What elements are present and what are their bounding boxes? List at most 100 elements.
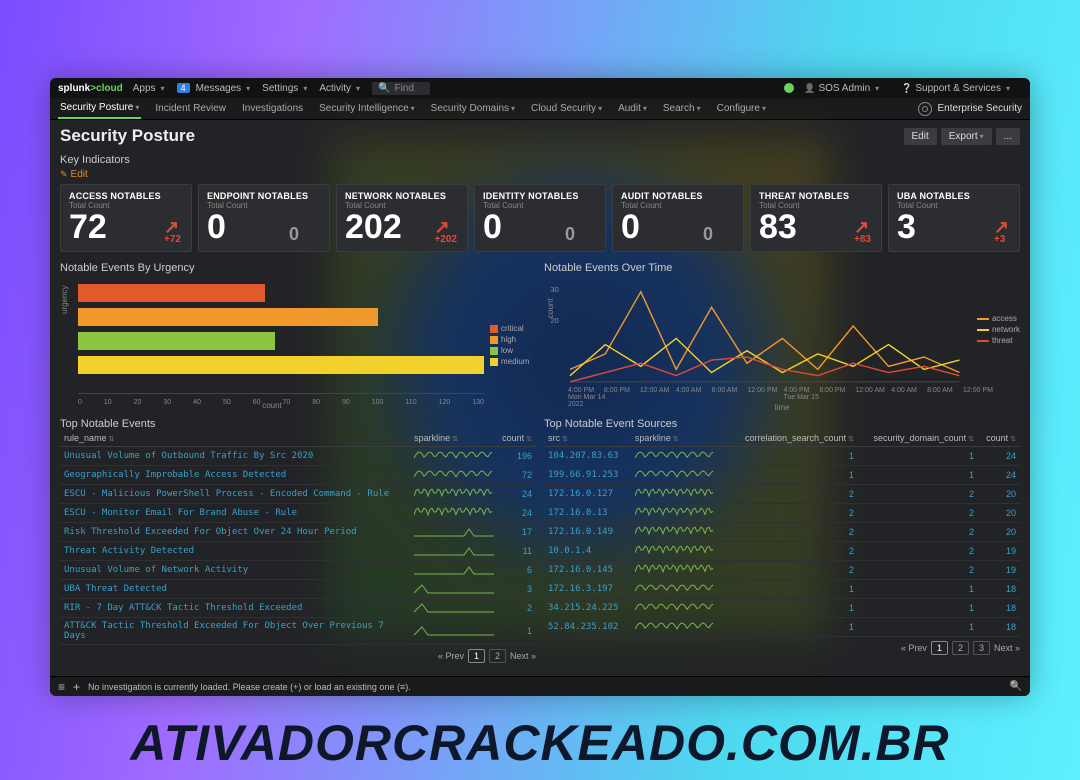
help-icon — [901, 83, 912, 94]
kpi-card[interactable]: IDENTITY NOTABLESTotal Count00 — [474, 184, 606, 252]
rule-link[interactable]: Geographically Improbable Access Detecte… — [60, 466, 410, 485]
tnes-col-dom[interactable]: security_domain_count — [858, 430, 978, 447]
table-row[interactable]: 172.16.0.1492220 — [544, 523, 1020, 542]
menu-security-intelligence[interactable]: Security Intelligence — [317, 99, 417, 118]
urgency-bar[interactable] — [78, 356, 484, 374]
rule-link[interactable]: Unusual Volume of Network Activity — [60, 561, 410, 580]
urgency-bar[interactable] — [78, 284, 265, 302]
menu-configure[interactable]: Configure — [715, 99, 768, 118]
kpi-card[interactable]: UBA NOTABLESTotal Count3+3 — [888, 184, 1020, 252]
count-cell: 24 — [498, 485, 536, 504]
tnes-col-corr[interactable]: correlation_search_count — [728, 430, 858, 447]
rule-link[interactable]: Risk Threshold Exceeded For Object Over … — [60, 523, 410, 542]
table-row[interactable]: 172.16.0.1272220 — [544, 485, 1020, 504]
src-link[interactable]: 52.84.235.102 — [544, 618, 631, 637]
tnes-page-3[interactable]: 3 — [973, 641, 990, 655]
table-row[interactable]: 34.215.24.2251118 — [544, 599, 1020, 618]
overtime-chart[interactable]: 3020 count 4:00 PMMon Mar 1420228:00 PM1… — [544, 280, 1020, 410]
tnes-col-spark[interactable]: sparkline — [631, 430, 728, 447]
activity-menu[interactable]: Activity — [319, 83, 360, 94]
tnes-page-2[interactable]: 2 — [952, 641, 969, 655]
tne-table[interactable]: rule_name sparkline count Unusual Volume… — [60, 430, 536, 645]
menu-security-posture[interactable]: Security Posture — [58, 98, 141, 119]
rule-link[interactable]: UBA Threat Detected — [60, 580, 410, 599]
table-row[interactable]: ESCU - Malicious PowerShell Process - En… — [60, 485, 536, 504]
tnes-page-1[interactable]: 1 — [931, 641, 948, 655]
kpi-card[interactable]: THREAT NOTABLESTotal Count83+83 — [750, 184, 882, 252]
urgency-bar[interactable] — [78, 308, 378, 326]
table-row[interactable]: Risk Threshold Exceeded For Object Over … — [60, 523, 536, 542]
find-input[interactable]: 🔍 Find — [372, 82, 430, 95]
table-row[interactable]: 172.16.0.1452219 — [544, 561, 1020, 580]
count-cell: 20 — [978, 504, 1020, 523]
rule-link[interactable]: Threat Activity Detected — [60, 542, 410, 561]
plus-icon[interactable] — [73, 680, 80, 694]
edit-button[interactable]: Edit — [904, 128, 937, 145]
tne-page-2[interactable]: 2 — [489, 649, 506, 663]
table-row[interactable]: 172.16.0.132220 — [544, 504, 1020, 523]
rule-link[interactable]: RIR - 7 Day ATT&CK Tactic Threshold Exce… — [60, 599, 410, 618]
table-row[interactable]: UBA Threat Detected3 — [60, 580, 536, 599]
src-link[interactable]: 172.16.0.13 — [544, 504, 631, 523]
menu-security-domains[interactable]: Security Domains — [429, 99, 517, 118]
tnes-col-src[interactable]: src — [544, 430, 631, 447]
kpi-card[interactable]: ENDPOINT NOTABLESTotal Count00 — [198, 184, 330, 252]
menu-cloud-security[interactable]: Cloud Security — [529, 99, 604, 118]
menu-audit[interactable]: Audit — [616, 99, 649, 118]
table-row[interactable]: RIR - 7 Day ATT&CK Tactic Threshold Exce… — [60, 599, 536, 618]
src-link[interactable]: 10.0.1.4 — [544, 542, 631, 561]
zoom-icon[interactable] — [1010, 681, 1022, 692]
export-button[interactable]: Export — [941, 128, 992, 145]
table-row[interactable]: 199.66.91.2531124 — [544, 466, 1020, 485]
table-row[interactable]: 104.207.83.631124 — [544, 447, 1020, 466]
tne-col-spark[interactable]: sparkline — [410, 430, 498, 447]
tne-next[interactable]: Next » — [510, 651, 536, 661]
rule-link[interactable]: ATT&CK Tactic Threshold Exceeded For Obj… — [60, 618, 410, 645]
menu-search[interactable]: Search — [661, 99, 703, 118]
tne-page-1[interactable]: 1 — [468, 649, 485, 663]
ki-edit-link[interactable]: Edit — [60, 169, 88, 180]
urgency-chart[interactable]: urgency 0102030405060708090100110120130 … — [60, 280, 536, 410]
tnes-prev[interactable]: « Prev — [901, 643, 927, 653]
tne-prev[interactable]: « Prev — [438, 651, 464, 661]
menu-incident-review[interactable]: Incident Review — [153, 99, 228, 118]
kpi-card[interactable]: ACCESS NOTABLESTotal Count72+72 — [60, 184, 192, 252]
corr-cell: 2 — [728, 485, 858, 504]
table-row[interactable]: Unusual Volume of Network Activity6 — [60, 561, 536, 580]
urgency-bar[interactable] — [78, 332, 275, 350]
src-link[interactable]: 199.66.91.253 — [544, 466, 631, 485]
table-row[interactable]: 52.84.235.1021118 — [544, 618, 1020, 637]
support-menu[interactable]: Support & Services — [901, 83, 1010, 94]
tne-col-rule[interactable]: rule_name — [60, 430, 410, 447]
table-row[interactable]: Threat Activity Detected11 — [60, 542, 536, 561]
rule-link[interactable]: Unusual Volume of Outbound Traffic By Sr… — [60, 447, 410, 466]
src-link[interactable]: 172.16.3.197 — [544, 580, 631, 599]
more-button[interactable]: ... — [996, 128, 1020, 145]
rule-link[interactable]: ESCU - Malicious PowerShell Process - En… — [60, 485, 410, 504]
hamburger-icon[interactable] — [58, 680, 65, 694]
tne-col-count[interactable]: count — [498, 430, 536, 447]
messages-menu[interactable]: 4 Messages — [177, 83, 251, 94]
user-menu[interactable]: SOS Admin — [804, 83, 879, 94]
tnes-next[interactable]: Next » — [994, 643, 1020, 653]
table-row[interactable]: 10.0.1.42219 — [544, 542, 1020, 561]
src-link[interactable]: 34.215.24.225 — [544, 599, 631, 618]
table-row[interactable]: ATT&CK Tactic Threshold Exceeded For Obj… — [60, 618, 536, 645]
src-link[interactable]: 172.16.0.145 — [544, 561, 631, 580]
settings-menu[interactable]: Settings — [262, 83, 307, 94]
table-row[interactable]: Unusual Volume of Outbound Traffic By Sr… — [60, 447, 536, 466]
table-row[interactable]: 172.16.3.1971118 — [544, 580, 1020, 599]
rule-link[interactable]: ESCU - Monitor Email For Brand Abuse - R… — [60, 504, 410, 523]
kpi-label: THREAT NOTABLES — [759, 191, 873, 201]
tnes-table[interactable]: src sparkline correlation_search_count s… — [544, 430, 1020, 637]
apps-menu[interactable]: Apps — [133, 83, 165, 94]
menu-investigations[interactable]: Investigations — [240, 99, 305, 118]
table-row[interactable]: ESCU - Monitor Email For Brand Abuse - R… — [60, 504, 536, 523]
src-link[interactable]: 172.16.0.149 — [544, 523, 631, 542]
kpi-card[interactable]: NETWORK NOTABLESTotal Count202+202 — [336, 184, 468, 252]
src-link[interactable]: 172.16.0.127 — [544, 485, 631, 504]
tnes-col-count[interactable]: count — [978, 430, 1020, 447]
kpi-card[interactable]: AUDIT NOTABLESTotal Count00 — [612, 184, 744, 252]
src-link[interactable]: 104.207.83.63 — [544, 447, 631, 466]
table-row[interactable]: Geographically Improbable Access Detecte… — [60, 466, 536, 485]
